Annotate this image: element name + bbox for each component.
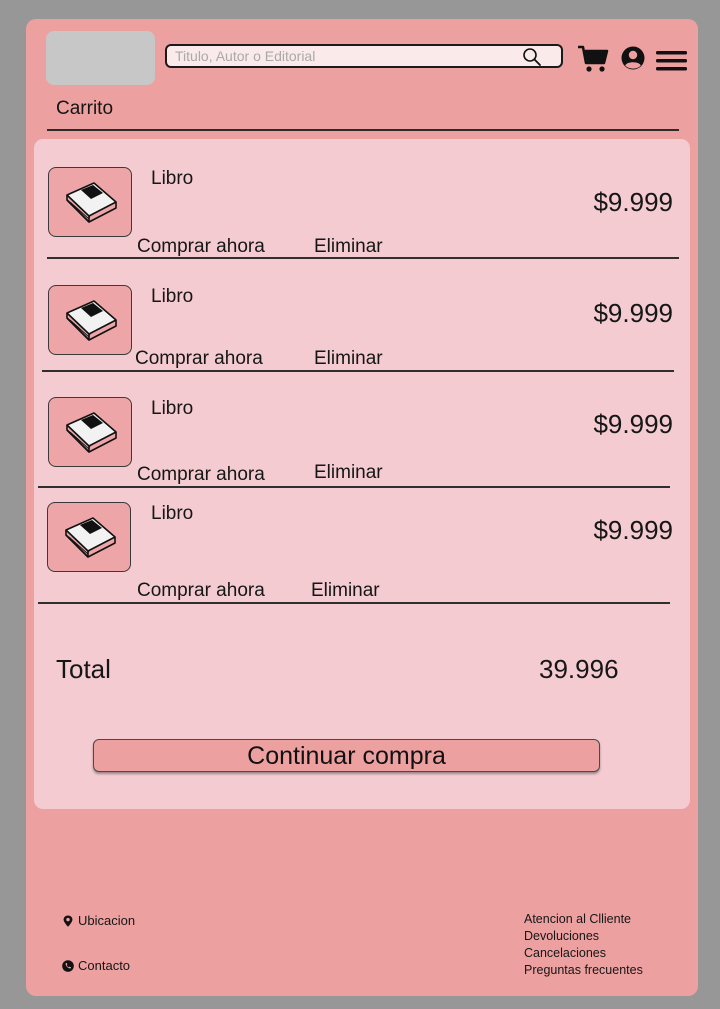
item-name: Libro xyxy=(151,398,194,419)
phone-icon xyxy=(62,959,74,972)
buy-now-button[interactable]: Comprar ahora xyxy=(137,236,265,258)
total-value: 39.996 xyxy=(539,654,619,684)
hamburger-menu-icon[interactable] xyxy=(656,50,687,72)
buy-now-button[interactable]: Comprar ahora xyxy=(137,464,265,486)
logo[interactable] xyxy=(46,31,155,85)
footer-link-cancellations[interactable]: Cancelaciones xyxy=(524,945,643,962)
page-title: Carrito xyxy=(56,98,114,119)
footer-links: Atencion al Clliente Devoluciones Cancel… xyxy=(524,911,643,979)
footer-link-customer-service[interactable]: Atencion al Clliente xyxy=(524,911,643,928)
buy-now-button[interactable]: Comprar ahora xyxy=(135,348,263,370)
remove-button[interactable]: Eliminar xyxy=(314,348,383,370)
cart-icon[interactable] xyxy=(577,45,609,73)
book-thumbnail[interactable] xyxy=(47,502,131,572)
item-price: $9.999 xyxy=(593,298,673,328)
search-bar[interactable] xyxy=(165,44,563,68)
map-pin-icon xyxy=(63,915,73,927)
footer-link-faq[interactable]: Preguntas frecuentes xyxy=(524,962,643,979)
item-price: $9.999 xyxy=(593,187,673,217)
search-icon[interactable] xyxy=(522,47,542,67)
remove-button[interactable]: Eliminar xyxy=(314,236,383,258)
divider xyxy=(47,129,679,131)
buy-now-button[interactable]: Comprar ahora xyxy=(137,580,265,602)
total-label: Total xyxy=(56,654,111,684)
book-thumbnail[interactable] xyxy=(48,167,132,237)
book-icon xyxy=(66,300,117,341)
book-thumbnail[interactable] xyxy=(48,397,132,467)
item-price: $9.999 xyxy=(593,515,673,545)
item-price: $9.999 xyxy=(593,409,673,439)
book-icon xyxy=(66,182,117,223)
continue-purchase-button[interactable]: Continuar compra xyxy=(93,739,600,772)
user-circle-icon[interactable] xyxy=(621,46,645,70)
book-thumbnail[interactable] xyxy=(48,285,132,355)
item-name: Libro xyxy=(151,286,194,307)
footer-link-returns[interactable]: Devoluciones xyxy=(524,928,643,945)
footer-location-link[interactable]: Ubicacion xyxy=(62,913,135,928)
remove-button[interactable]: Eliminar xyxy=(311,580,380,602)
item-divider xyxy=(38,602,670,604)
item-name: Libro xyxy=(151,503,194,524)
item-name: Libro xyxy=(151,168,194,189)
footer-contact-label: Contacto xyxy=(78,958,131,973)
book-icon xyxy=(66,412,117,453)
item-divider xyxy=(47,257,679,259)
item-divider xyxy=(38,486,670,488)
remove-button[interactable]: Eliminar xyxy=(314,462,383,484)
search-input[interactable] xyxy=(175,47,505,65)
footer-location-label: Ubicacion xyxy=(78,913,136,928)
footer-contact-link[interactable]: Contacto xyxy=(62,958,130,973)
item-divider xyxy=(42,370,674,372)
book-icon xyxy=(65,517,116,558)
